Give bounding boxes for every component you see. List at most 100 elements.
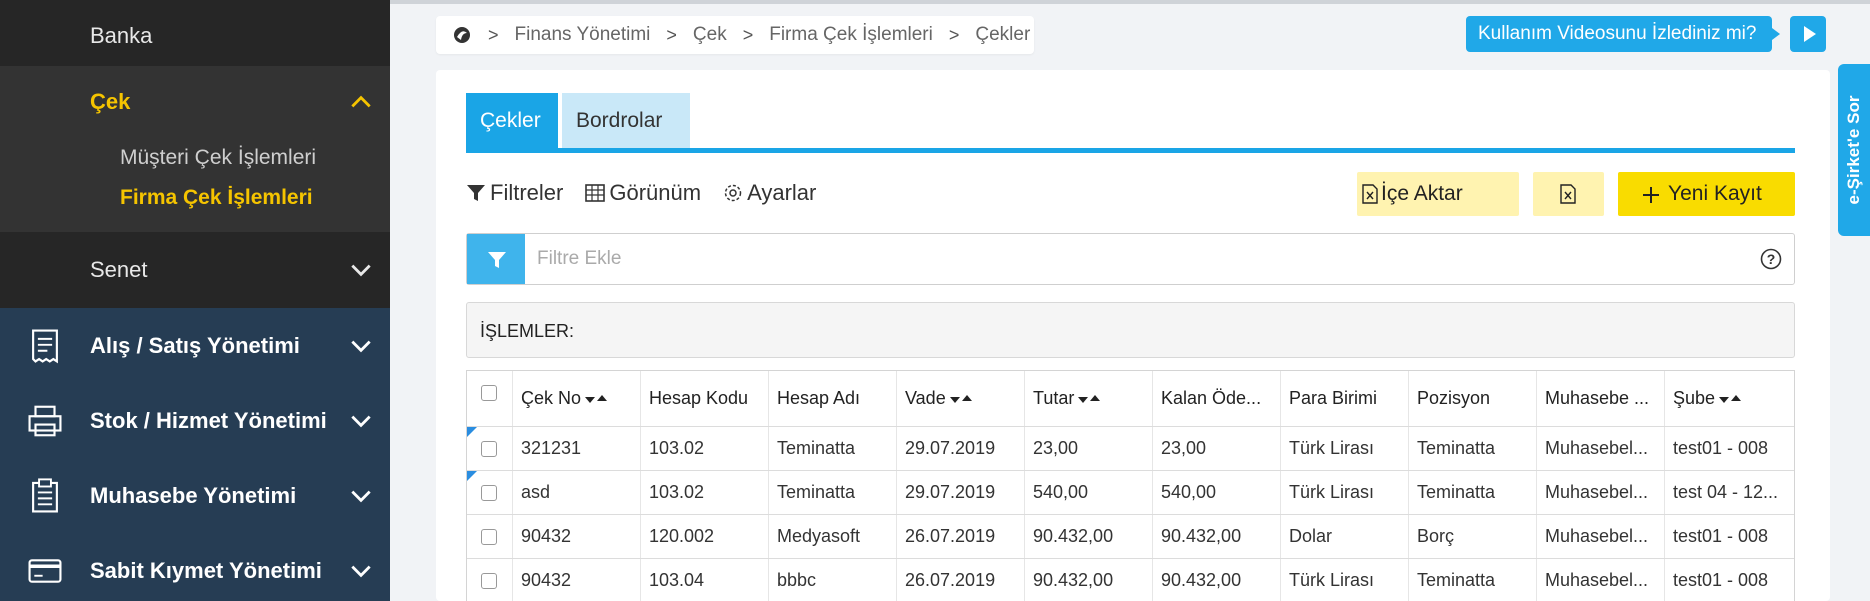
column-header-label: Hesap Kodu — [649, 388, 749, 408]
column-header[interactable]: Para Birimi — [1281, 371, 1409, 426]
sidebar-item-label: Sabit Kıymet Yönetimi — [90, 558, 322, 583]
row-select-cell — [467, 515, 513, 558]
operations-label: İŞLEMLER: — [480, 321, 575, 341]
column-header[interactable]: Kalan Öde... — [1153, 371, 1281, 426]
filter-bar: ? — [466, 233, 1795, 285]
checks-table: Çek No Hesap Kodu Hesap Adı Vade Tutar K… — [466, 370, 1795, 601]
tab-cekler[interactable]: Çekler — [466, 93, 558, 148]
table-cell: test01 - 008 — [1673, 438, 1769, 458]
table-cell: Teminatta — [1409, 427, 1537, 470]
row-checkbox[interactable] — [481, 485, 497, 501]
column-header[interactable]: Vade — [897, 371, 1025, 426]
table-cell: 90432 — [513, 559, 641, 601]
filters-button[interactable]: Filtreler — [466, 180, 563, 206]
breadcrumb-item[interactable]: Finans Yönetimi — [515, 24, 651, 46]
sidebar-subitem-label: Firma Çek İşlemleri — [120, 186, 313, 209]
sidebar-group-cek: Çek Müşteri Çek İşlemleri Firma Çek İşle… — [0, 66, 390, 232]
filter-icon — [467, 185, 485, 201]
gear-icon — [724, 184, 742, 202]
breadcrumb-item[interactable]: Firma Çek İşlemleri — [769, 24, 933, 46]
settings-label: Ayarlar — [747, 180, 817, 205]
table-cell: 90432 — [513, 515, 641, 558]
clipboard-icon — [32, 477, 58, 513]
printer-icon — [28, 405, 62, 436]
table-cell: 26.07.2019 — [897, 515, 1025, 558]
breadcrumb-item[interactable]: Çek — [693, 24, 727, 46]
sidebar-item-banka[interactable]: Banka — [0, 0, 390, 66]
operations-bar: İŞLEMLER: — [466, 302, 1795, 358]
help-icon[interactable]: ? — [1760, 248, 1782, 270]
table-cell: 29.07.2019 — [897, 471, 1025, 514]
usage-video-button[interactable]: Kullanım Videosunu İzlediniz mi? — [1466, 16, 1780, 52]
sort-icon[interactable] — [585, 394, 609, 403]
view-label: Görünüm — [609, 180, 702, 205]
table-cell: Türk Lirası — [1281, 427, 1409, 470]
column-header-label: Hesap Adı — [777, 388, 861, 408]
receipt-icon — [32, 328, 58, 363]
import-label: İçe Aktar — [1381, 182, 1463, 205]
filter-icon-button[interactable] — [467, 234, 525, 284]
chevron-down-icon — [351, 565, 371, 577]
table-cell: asd — [513, 471, 641, 514]
column-header[interactable]: Tutar — [1025, 371, 1153, 426]
select-all-checkbox[interactable] — [481, 385, 497, 401]
import-button[interactable]: İçe Aktar — [1357, 172, 1519, 216]
table-cell: Dolar — [1281, 515, 1409, 558]
column-header[interactable]: Pozisyon — [1409, 371, 1537, 426]
new-flag-icon — [467, 427, 477, 437]
play-icon[interactable] — [1790, 16, 1826, 52]
table-icon — [585, 184, 606, 202]
ask-esirket-tab[interactable]: e-Şirket'e Sor — [1838, 64, 1870, 236]
table-row[interactable]: 90432 103.04 bbbc 26.07.2019 90.432,00 9… — [467, 559, 1794, 601]
row-select-cell — [467, 471, 513, 514]
filter-input[interactable] — [537, 234, 1717, 284]
sidebar-subitem-musteri-cek[interactable]: Müşteri Çek İşlemleri — [0, 138, 390, 178]
column-header-label: Muhasebe ... — [1545, 388, 1650, 408]
table-cell: 23,00 — [1025, 427, 1153, 470]
table-cell: test 04 - 12... — [1673, 482, 1779, 502]
table-cell: Muhasebel... — [1537, 427, 1665, 470]
view-button[interactable]: Görünüm — [585, 180, 701, 206]
column-header[interactable]: Muhasebe ... — [1537, 371, 1665, 426]
filter-icon — [488, 252, 506, 268]
sort-icon[interactable] — [1719, 394, 1743, 403]
sidebar-item-senet[interactable]: Senet — [0, 232, 390, 308]
sort-icon[interactable] — [1078, 394, 1102, 403]
export-excel-button[interactable] — [1533, 172, 1604, 216]
sidebar-item-cek[interactable]: Çek — [0, 66, 390, 138]
table-row[interactable]: 321231 103.02 Teminatta 29.07.2019 23,00… — [467, 427, 1794, 471]
row-checkbox[interactable] — [481, 573, 497, 589]
table-cell: Teminatta — [769, 427, 897, 470]
table-row[interactable]: asd 103.02 Teminatta 29.07.2019 540,00 5… — [467, 471, 1794, 515]
row-checkbox[interactable] — [481, 529, 497, 545]
tab-bordrolar[interactable]: Bordrolar — [562, 93, 690, 148]
column-header[interactable]: Hesap Kodu — [641, 371, 769, 426]
table-cell: bbbc — [769, 559, 897, 601]
column-header[interactable]: Şube — [1665, 371, 1794, 426]
sidebar-item-sabit-kiymet[interactable]: Sabit Kıymet Yönetimi — [0, 533, 390, 601]
table-cell: Muhasebel... — [1537, 515, 1665, 558]
sidebar-item-alis-satis[interactable]: Alış / Satış Yönetimi — [0, 308, 390, 383]
settings-button[interactable]: Ayarlar — [723, 180, 816, 206]
row-checkbox[interactable] — [481, 441, 497, 457]
home-logo-icon[interactable] — [452, 25, 472, 45]
table-row[interactable]: 90432 120.002 Medyasoft 26.07.2019 90.43… — [467, 515, 1794, 559]
sidebar-item-muhasebe[interactable]: Muhasebe Yönetimi — [0, 458, 390, 533]
table-cell: Teminatta — [769, 471, 897, 514]
sort-icon[interactable] — [949, 394, 974, 403]
table-cell: 540,00 — [1153, 471, 1281, 514]
column-header-label: Şube — [1673, 388, 1716, 408]
table-cell: Teminatta — [1409, 559, 1537, 601]
column-header[interactable]: Hesap Adı — [769, 371, 897, 426]
column-header-label: Para Birimi — [1289, 388, 1378, 408]
column-header[interactable]: Çek No — [513, 371, 641, 426]
sidebar-item-stok-hizmet[interactable]: Stok / Hizmet Yönetimi — [0, 383, 390, 458]
new-flag-icon — [467, 471, 477, 481]
table-cell: test01 - 008 — [1673, 570, 1769, 590]
sidebar-subitem-firma-cek[interactable]: Firma Çek İşlemleri — [0, 178, 390, 218]
new-record-button[interactable]: Yeni Kayıt — [1618, 172, 1795, 216]
chevron-up-icon — [351, 95, 371, 108]
table-cell: Borç — [1409, 515, 1537, 558]
plus-icon — [1643, 187, 1659, 203]
column-header-label: Tutar — [1033, 388, 1075, 408]
